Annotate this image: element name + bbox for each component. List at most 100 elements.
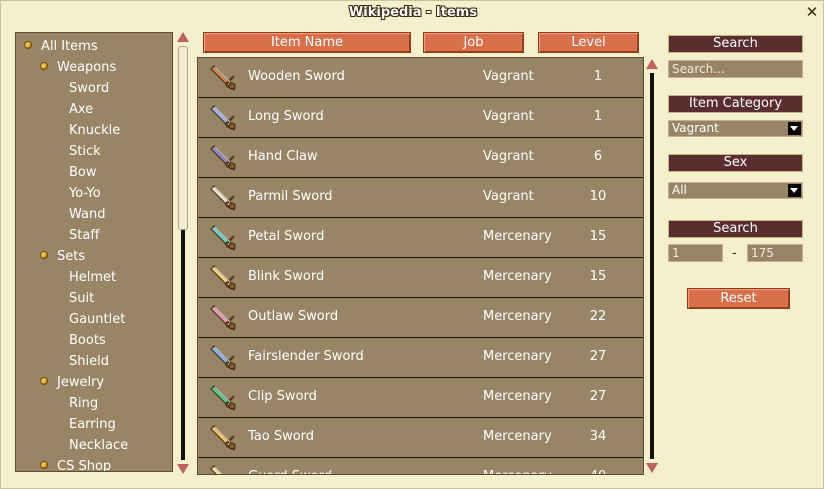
item-name: Petal Sword <box>248 229 325 244</box>
item-row[interactable]: Guard Sword Mercenary 40 <box>198 458 643 474</box>
item-row[interactable]: Tao Sword Mercenary 34 <box>198 418 643 458</box>
items-window: Wikipedia - Items ✕ All Items Weapons Swor… <box>0 0 824 489</box>
tree-item-label: Necklace <box>69 438 129 453</box>
item-level: 34 <box>589 429 607 444</box>
tree-item[interactable]: Necklace <box>69 436 128 456</box>
tao-sword-icon <box>208 422 238 452</box>
item-name: Parmil Sword <box>248 189 333 204</box>
tree-item[interactable]: CS Shop <box>40 457 112 472</box>
column-header-item-name[interactable]: Item Name <box>203 32 411 53</box>
level-min-input[interactable]: 1 <box>668 244 723 262</box>
tree-item-label: Sword <box>69 81 110 96</box>
item-name: Hand Claw <box>248 149 318 164</box>
tree-bullet-icon[interactable] <box>40 251 48 259</box>
scroll-thumb[interactable] <box>178 46 188 230</box>
tree-scrollbar[interactable] <box>177 32 189 474</box>
item-level: 27 <box>589 349 607 364</box>
column-header-level[interactable]: Level <box>538 32 639 53</box>
chevron-down-icon[interactable] <box>788 184 801 197</box>
item-level: 10 <box>589 189 607 204</box>
tree-bullet-icon[interactable] <box>40 377 48 385</box>
blink-sword-icon <box>208 262 238 292</box>
title-bar[interactable]: Wikipedia - Items ✕ <box>1 1 824 29</box>
range-dash: - <box>732 246 737 261</box>
item-job: Mercenary <box>483 429 552 444</box>
sex-value: All <box>672 183 687 197</box>
tree-item[interactable]: Wand <box>69 205 105 225</box>
item-name: Wooden Sword <box>248 69 345 84</box>
scroll-up-icon[interactable] <box>646 59 658 71</box>
tree-item[interactable]: All Items <box>24 37 98 57</box>
chevron-down-icon[interactable] <box>788 122 801 135</box>
item-job: Mercenary <box>483 269 552 284</box>
tree-item[interactable]: Weapons <box>40 58 116 78</box>
tree-bullet-icon[interactable] <box>40 461 48 469</box>
window-title: Wikipedia - Items <box>348 5 478 20</box>
tree-item[interactable]: Jewelry <box>40 373 104 393</box>
category-tree: All Items Weapons Sword Axe Knuckle Stick Bow Y… <box>15 32 173 472</box>
tree-item[interactable]: Gauntlet <box>69 310 125 330</box>
tree-item-label: Staff <box>69 228 100 243</box>
tree-item[interactable]: Stick <box>69 142 101 162</box>
sex-select[interactable]: All <box>668 182 803 199</box>
tree-item-label: Weapons <box>57 60 117 75</box>
item-row[interactable]: Clip Sword Mercenary 27 <box>198 378 643 418</box>
item-job: Vagrant <box>483 149 534 164</box>
item-row[interactable]: Blink Sword Mercenary 15 <box>198 258 643 298</box>
scroll-down-icon[interactable] <box>646 461 658 473</box>
item-category-label: Item Category <box>668 95 803 113</box>
tree-item[interactable]: Shield <box>69 352 109 372</box>
tree-item[interactable]: Bow <box>69 163 97 183</box>
scroll-track[interactable] <box>650 73 654 459</box>
parmil-sword-icon <box>208 182 238 212</box>
search-input[interactable]: Search... <box>668 60 803 78</box>
reset-button[interactable]: Reset <box>687 288 790 309</box>
item-level: 1 <box>593 109 603 124</box>
guard-sword-icon <box>208 462 238 474</box>
tree-item-label: Sets <box>57 249 86 264</box>
item-job: Vagrant <box>483 69 534 84</box>
item-row[interactable]: Hand Claw Vagrant 6 <box>198 138 643 178</box>
item-row[interactable]: Petal Sword Mercenary 15 <box>198 218 643 258</box>
tree-item-label: Boots <box>69 333 106 348</box>
tree-item[interactable]: Axe <box>69 100 93 120</box>
tree-item[interactable]: Earring <box>69 415 116 435</box>
tree-item[interactable]: Sword <box>69 79 109 99</box>
item-level: 27 <box>589 389 607 404</box>
tree-item[interactable]: Helmet <box>69 268 116 288</box>
item-level: 15 <box>589 269 607 284</box>
tree-bullet-icon[interactable] <box>40 62 48 70</box>
tree-item[interactable]: Knuckle <box>69 121 120 141</box>
wooden-sword-icon <box>208 62 238 92</box>
tree-item-label: Shield <box>69 354 109 369</box>
level-max-input[interactable]: 175 <box>747 244 803 262</box>
scroll-up-icon[interactable] <box>177 32 189 44</box>
column-header-job[interactable]: Job <box>423 32 524 53</box>
tree-item[interactable]: Boots <box>69 331 106 351</box>
sex-label: Sex <box>668 154 803 172</box>
item-category-select[interactable]: Vagrant <box>668 120 803 137</box>
tree-item-label: CS Shop <box>57 459 112 472</box>
scroll-down-icon[interactable] <box>177 462 189 474</box>
tree-bullet-icon[interactable] <box>24 41 32 49</box>
item-level: 1 <box>593 69 603 84</box>
item-row[interactable]: Parmil Sword Vagrant 10 <box>198 178 643 218</box>
tree-item[interactable]: Suit <box>69 289 94 309</box>
item-name: Guard Sword <box>248 469 332 474</box>
item-row[interactable]: Wooden Sword Vagrant 1 <box>198 58 643 98</box>
item-row[interactable]: Outlaw Sword Mercenary 22 <box>198 298 643 338</box>
item-job: Vagrant <box>483 189 534 204</box>
tree-item[interactable]: Ring <box>69 394 98 414</box>
list-scrollbar[interactable] <box>646 59 658 473</box>
item-category-value: Vagrant <box>672 121 719 135</box>
close-icon[interactable]: ✕ <box>805 5 819 20</box>
item-row[interactable]: Long Sword Vagrant 1 <box>198 98 643 138</box>
tree-item[interactable]: Yo-Yo <box>69 184 101 204</box>
tree-item[interactable]: Sets <box>40 247 85 267</box>
tree-item-label: Jewelry <box>57 375 105 390</box>
item-row[interactable]: Fairslender Sword Mercenary 27 <box>198 338 643 378</box>
item-name: Fairslender Sword <box>248 349 364 364</box>
tree-item[interactable]: Staff <box>69 226 99 246</box>
search-label: Search <box>668 35 803 53</box>
tree-item-label: Gauntlet <box>69 312 126 327</box>
